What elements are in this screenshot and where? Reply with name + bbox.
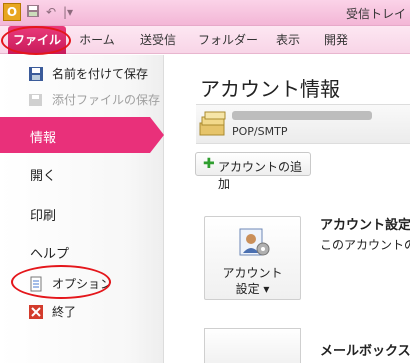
undo-icon[interactable]: ↶ [43,4,59,20]
tab-folder[interactable]: フォルダー [196,26,260,54]
backstage-open[interactable]: 開く [30,165,56,184]
backstage-options[interactable]: オプション [0,272,164,296]
tab-home[interactable]: ホーム [72,26,122,54]
tab-file[interactable]: ファイル [8,26,66,54]
account-settings-icon [237,225,271,262]
save-as-label: 名前を付けて保存 [52,67,149,81]
account-selector[interactable] [196,104,410,144]
account-type: POP/SMTP [232,125,288,138]
page-title: アカウント情報 [200,77,340,101]
save-attachments-label: 添付ファイルの保存 [52,93,161,107]
title-bar: O ↶ |▾ 受信トレイ [0,0,410,26]
backstage-help[interactable]: ヘルプ [30,243,69,262]
outlook-app-icon[interactable]: O [3,3,21,21]
account-settings-label-1: アカウント [222,266,283,280]
backstage-save-as[interactable]: 名前を付けて保存 [0,62,164,86]
add-account-button[interactable]: ✚ アカウントの追加 [195,152,311,191]
options-icon [28,276,44,292]
qat-dropdown-icon[interactable]: |▾ [60,4,76,20]
account-settings-heading: アカウント設定 [320,218,410,233]
save-as-icon [28,66,44,82]
backstage-info-selected[interactable] [0,117,150,153]
close-icon [28,304,44,320]
tab-developer[interactable]: 開発 [316,26,356,54]
account-settings-description: このアカウントの設 [320,238,410,252]
exit-label: 終了 [52,305,77,319]
options-label: オプション [52,277,113,291]
account-name-blurred [232,111,372,120]
save-icon[interactable] [25,4,41,20]
window-title: 受信トレイ [345,7,406,21]
backstage-exit[interactable]: 終了 [0,300,164,324]
backstage-save-attachments[interactable]: 添付ファイルの保存 [0,88,164,112]
tab-send-receive[interactable]: 送受信 [132,26,184,54]
account-settings-label-2: 設定 ▾ [235,282,270,296]
plus-icon: ✚ [203,156,215,172]
tab-view[interactable]: 表示 [268,26,308,54]
info-label: 情報 [30,131,57,146]
backstage-print[interactable]: 印刷 [30,205,56,224]
ribbon-tabs: ファイル ホーム 送受信 フォルダー 表示 開発 [0,26,410,54]
info-pointer-arrow [150,117,164,153]
mailbox-cleanup-button[interactable] [204,328,301,363]
account-icon [198,109,228,142]
attachment-save-icon [28,92,44,108]
mailbox-heading: メールボックスの [320,344,410,359]
account-settings-button[interactable]: アカウント 設定 ▾ [204,216,301,300]
add-account-label: アカウントの追加 [218,160,303,191]
